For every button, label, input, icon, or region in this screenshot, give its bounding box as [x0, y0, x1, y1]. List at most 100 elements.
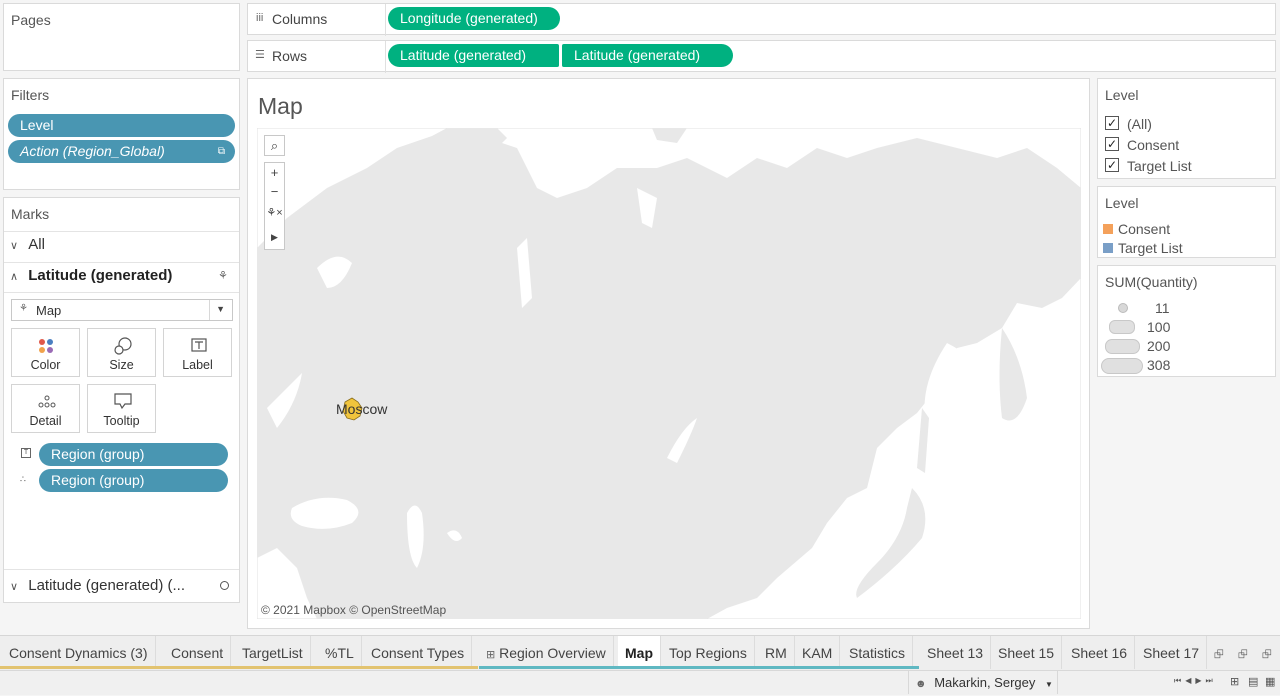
sheet-navigation[interactable]: ⏮◀▶⏭ [1174, 676, 1217, 686]
reset-map-button[interactable]: ⚘× [265, 203, 284, 225]
tab-percent-tl[interactable]: %TL [318, 636, 362, 669]
tab-consent-types[interactable]: Consent Types [364, 636, 473, 669]
mark-field-region-detail[interactable]: Region (group) [39, 469, 228, 492]
detail-icon [38, 395, 56, 408]
tab-kam[interactable]: KAM [795, 636, 841, 669]
checkbox-all-label: (All) [1127, 116, 1152, 132]
level-legend-title: Level [1105, 195, 1139, 211]
caret-down-icon: ▼ [1044, 680, 1053, 689]
tab-sheet-17[interactable]: Sheet 17 [1136, 636, 1208, 669]
tooltip-label: Tooltip [103, 414, 140, 428]
checkbox-consent[interactable]: ✓ [1105, 137, 1119, 151]
rows-icon: ☰ [255, 49, 265, 61]
next-sheet-icon[interactable]: ▶ [1195, 676, 1205, 685]
columns-pill-longitude[interactable]: Longitude (generated) [388, 7, 560, 30]
size-button[interactable]: Size [87, 328, 156, 377]
status-bar [0, 670, 1280, 695]
map-canvas[interactable]: Moscow © 2021 Mapbox © OpenStreetMap [257, 128, 1081, 619]
new-worksheet-icon[interactable]: ⮺ [1214, 645, 1224, 666]
marks-all-row[interactable]: ∨ All [10, 236, 45, 253]
mark-type-value: Map [36, 303, 62, 318]
label-label: Label [182, 358, 213, 372]
marks-all-label: All [28, 236, 45, 253]
size-legend-title: SUM(Quantity) [1105, 274, 1198, 290]
tab-region-overview[interactable]: ⊞ Region Overview [479, 636, 614, 669]
list-view-icon[interactable]: ▤ [1248, 675, 1258, 688]
size-legend-value: 100 [1147, 319, 1171, 335]
detail-label: Detail [29, 414, 62, 428]
label-button[interactable]: Label [163, 328, 232, 377]
checkbox-target-list[interactable]: ✓ [1105, 158, 1119, 172]
filter-pill-level[interactable]: Level [8, 114, 235, 137]
size-legend-value: 200 [1147, 338, 1171, 354]
rows-label: Rows [272, 48, 308, 64]
tab-map[interactable]: Map [618, 636, 661, 669]
tab-rm[interactable]: RM [758, 636, 795, 669]
minus-icon: − [270, 184, 279, 199]
filmstrip-view-icon[interactable]: ▦ [1265, 675, 1275, 688]
tab-group-underline [0, 666, 478, 669]
target-list-swatch [1103, 243, 1113, 253]
circle-mark-icon [220, 581, 229, 590]
new-dashboard-icon[interactable]: ⮺ [1238, 645, 1248, 666]
tab-top-regions[interactable]: Top Regions [662, 636, 755, 669]
detail-field-icon: ∴ [20, 474, 26, 484]
marks-active-card-label: Latitude (generated) [28, 267, 173, 284]
grid-view-icon[interactable]: ⊞ [1230, 675, 1239, 688]
first-sheet-icon[interactable]: ⏮ [1174, 676, 1185, 685]
map-search-button[interactable]: ⌕ [264, 135, 285, 156]
size-legend-value: 308 [1147, 357, 1171, 373]
last-sheet-icon[interactable]: ⏭ [1206, 676, 1217, 685]
pages-card[interactable]: Pages [3, 3, 240, 71]
zoom-out-button[interactable]: − [265, 183, 284, 203]
mark-type-dropdown[interactable]: ⚘ Map ▼ [11, 299, 233, 321]
triangle-right-icon: ▶ [271, 232, 278, 242]
zoom-in-button[interactable]: + [265, 163, 284, 183]
level-filter-title: Level [1105, 87, 1139, 103]
map-mark-icon: ⚘ [218, 270, 228, 282]
size-label: Size [109, 358, 134, 372]
new-story-icon[interactable]: ⮺ [1262, 645, 1272, 666]
map-type-icon: ⚘ [19, 303, 28, 314]
rows-pill-latitude-1[interactable]: Latitude (generated) [388, 44, 559, 67]
tooltip-button[interactable]: Tooltip [87, 384, 156, 433]
columns-label: Columns [272, 11, 328, 27]
label-field-icon: T [21, 448, 31, 458]
tab-sheet-16[interactable]: Sheet 16 [1064, 636, 1136, 669]
chevron-down-icon: ∨ [10, 240, 19, 252]
tab-statistics[interactable]: Statistics [842, 636, 914, 669]
size-legend-value: 11 [1155, 300, 1170, 316]
color-button[interactable]: Color [11, 328, 80, 377]
map-reset-icon: ⚘× [266, 207, 283, 219]
filters-title: Filters [11, 87, 50, 103]
tab-consent[interactable]: Consent [164, 636, 232, 669]
map-zoom-controls[interactable]: + − ⚘× ▶ [264, 162, 285, 250]
tooltip-icon [114, 393, 132, 410]
detail-button[interactable]: Detail [11, 384, 80, 433]
marks-latitude-row[interactable]: ∧ Latitude (generated) [10, 267, 172, 284]
chevron-down-icon: ∨ [10, 581, 19, 593]
marks-bottom-card-row[interactable]: ∨ Latitude (generated) (... [10, 577, 185, 594]
tab-sheet-13[interactable]: Sheet 13 [920, 636, 992, 669]
tab-group-underline [479, 666, 919, 669]
tab-consent-dynamics[interactable]: Consent Dynamics (3) [2, 636, 156, 669]
city-label: Moscow [336, 401, 388, 417]
tab-targetlist[interactable]: TargetList [235, 636, 311, 669]
filter-pill-action-label: Action (Region_Global) [20, 143, 165, 159]
link-icon: ⧉ [217, 146, 225, 157]
size-legend-mark [1101, 358, 1143, 374]
size-legend-mark [1105, 339, 1140, 354]
tab-sheet-15[interactable]: Sheet 15 [991, 636, 1063, 669]
size-icon [114, 337, 132, 355]
filter-pill-action[interactable]: Action (Region_Global) ⧉ [8, 140, 235, 163]
mark-field-region-label[interactable]: Region (group) [39, 443, 228, 466]
dropdown-arrow-icon: ▼ [216, 304, 225, 314]
rows-pill-latitude-2[interactable]: Latitude (generated) [562, 44, 733, 67]
user-menu[interactable]: ☻ Makarkin, Sergey ▼ [908, 671, 1058, 694]
marks-title: Marks [11, 206, 50, 222]
checkbox-all[interactable]: ✓ [1105, 116, 1119, 130]
pages-title: Pages [11, 12, 51, 28]
prev-sheet-icon[interactable]: ◀ [1185, 676, 1195, 685]
target-list-legend-label: Target List [1118, 240, 1183, 256]
expand-toolbar-button[interactable]: ▶ [265, 225, 284, 249]
